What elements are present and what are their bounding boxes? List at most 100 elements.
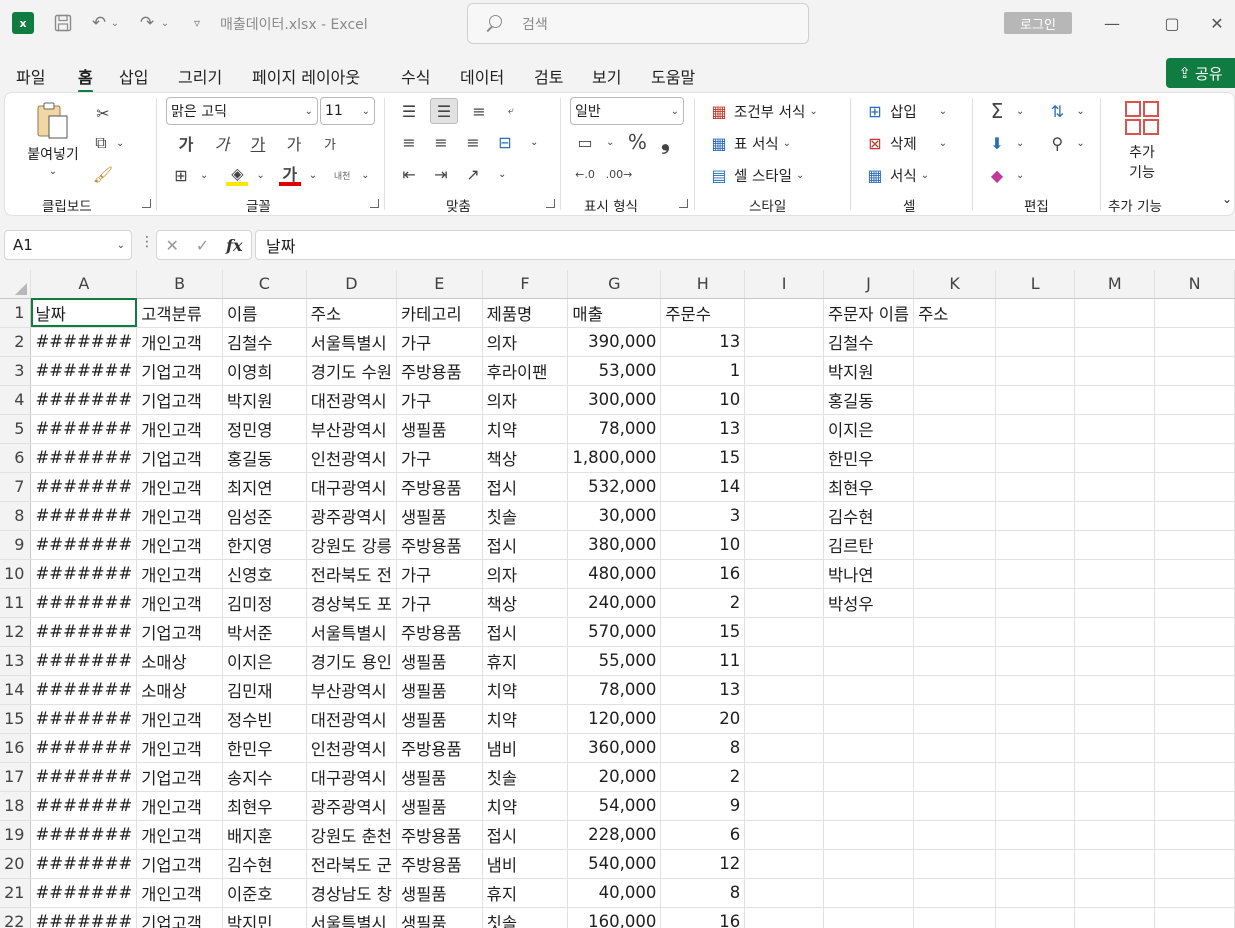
cell-a9[interactable]: ####### — [30, 530, 138, 560]
cell-j19[interactable] — [823, 820, 915, 850]
add-ins-button[interactable]: 추가 기능 — [1120, 100, 1164, 182]
row-header[interactable]: 16 — [0, 733, 32, 763]
cell-f10[interactable]: 의자 — [482, 559, 569, 589]
cell-f7[interactable]: 접시 — [482, 472, 569, 502]
paste-button[interactable]: 붙여넣기 ⌄ — [22, 100, 84, 190]
tab-draw[interactable]: 그리기 — [178, 64, 222, 87]
cell-b20[interactable]: 기업고객 — [136, 849, 223, 879]
cell-a19[interactable]: ####### — [30, 820, 138, 850]
insert-cells-button[interactable]: ⊞ 삽입 ⌄ — [864, 100, 947, 122]
cell-b4[interactable]: 기업고객 — [136, 385, 223, 415]
font-color-button[interactable]: 가 — [278, 164, 301, 186]
cell-i13[interactable] — [744, 646, 824, 676]
column-header-b[interactable]: B — [136, 270, 223, 299]
cell-l8[interactable] — [995, 501, 1076, 531]
cell-h6[interactable]: 15 — [660, 443, 746, 473]
cell-i7[interactable] — [744, 472, 824, 502]
cell-b19[interactable]: 개인고객 — [136, 820, 223, 850]
cell-g19[interactable]: 228,000 — [567, 820, 662, 850]
cell-a10[interactable]: ####### — [30, 559, 138, 589]
tab-data[interactable]: 데이터 — [460, 64, 504, 87]
cell-d2[interactable]: 서울특별시 — [306, 327, 397, 357]
cell-k4[interactable] — [913, 385, 997, 415]
cell-m15[interactable] — [1074, 704, 1156, 734]
align-right-icon[interactable]: ≡ — [462, 131, 484, 153]
cell-m12[interactable] — [1074, 617, 1156, 647]
cell-c3[interactable]: 이영희 — [222, 356, 307, 386]
cell-l12[interactable] — [995, 617, 1076, 647]
increase-decimal-icon[interactable]: ←.0 — [574, 163, 596, 185]
cell-e19[interactable]: 주방용품 — [396, 820, 483, 850]
cell-c17[interactable]: 송지수 — [222, 762, 307, 792]
cell-k6[interactable] — [913, 443, 997, 473]
cell-styles-button[interactable]: ▤ 셀 스타일 ⌄ — [708, 164, 804, 186]
cell-m17[interactable] — [1074, 762, 1156, 792]
cell-m2[interactable] — [1074, 327, 1156, 357]
cell-b7[interactable]: 개인고객 — [136, 472, 223, 502]
cell-d11[interactable]: 경상북도 포 — [306, 588, 397, 618]
cell-h10[interactable]: 16 — [660, 559, 746, 589]
cell-f1[interactable]: 제품명 — [482, 298, 569, 328]
row-header[interactable]: 19 — [0, 820, 32, 850]
login-button[interactable]: 로그인 — [1004, 12, 1072, 34]
cell-j16[interactable] — [823, 733, 915, 763]
cell-n21[interactable] — [1154, 878, 1235, 908]
cell-k8[interactable] — [913, 501, 997, 531]
cell-m14[interactable] — [1074, 675, 1156, 705]
decrease-decimal-icon[interactable]: .00→ — [606, 163, 633, 185]
cell-f6[interactable]: 책상 — [482, 443, 569, 473]
cell-m22[interactable] — [1074, 907, 1156, 928]
cell-h5[interactable]: 13 — [660, 414, 746, 444]
cell-k19[interactable] — [913, 820, 997, 850]
cell-n2[interactable] — [1154, 327, 1235, 357]
cell-j17[interactable] — [823, 762, 915, 792]
cell-h17[interactable]: 2 — [660, 762, 746, 792]
cell-d12[interactable]: 서울특별시 — [306, 617, 397, 647]
cell-i3[interactable] — [744, 356, 824, 386]
cell-i11[interactable] — [744, 588, 824, 618]
column-header-c[interactable]: C — [222, 270, 307, 299]
cell-h18[interactable]: 9 — [660, 791, 746, 821]
cell-d22[interactable]: 서울특별시 — [306, 907, 397, 928]
column-header-i[interactable]: I — [744, 270, 824, 299]
cell-m1[interactable] — [1074, 298, 1156, 328]
cell-l4[interactable] — [995, 385, 1076, 415]
cell-c12[interactable]: 박서준 — [222, 617, 307, 647]
cell-h3[interactable]: 1 — [660, 356, 746, 386]
cell-a8[interactable]: ####### — [30, 501, 138, 531]
cell-c2[interactable]: 김철수 — [222, 327, 307, 357]
save-icon[interactable] — [50, 10, 76, 36]
cell-f21[interactable]: 휴지 — [482, 878, 569, 908]
column-header-k[interactable]: K — [913, 270, 997, 299]
align-middle-icon[interactable]: ☰ — [430, 98, 458, 124]
cell-e7[interactable]: 주방용품 — [396, 472, 483, 502]
cell-c5[interactable]: 정민영 — [222, 414, 307, 444]
cell-l16[interactable] — [995, 733, 1076, 763]
cell-c6[interactable]: 홍길동 — [222, 443, 307, 473]
delete-cells-button[interactable]: ⊠ 삭제 ⌄ — [864, 132, 947, 154]
column-header-h[interactable]: H — [660, 270, 746, 299]
cell-f22[interactable]: 칫솔 — [482, 907, 569, 928]
cell-i17[interactable] — [744, 762, 824, 792]
cell-m20[interactable] — [1074, 849, 1156, 879]
cell-j20[interactable] — [823, 849, 915, 879]
cell-k20[interactable] — [913, 849, 997, 879]
row-header[interactable]: 17 — [0, 762, 32, 792]
cell-d18[interactable]: 광주광역시 — [306, 791, 397, 821]
row-header[interactable]: 20 — [0, 849, 32, 879]
cell-k22[interactable] — [913, 907, 997, 928]
cell-n7[interactable] — [1154, 472, 1235, 502]
align-center-icon[interactable]: ≡ — [430, 131, 452, 153]
cell-b6[interactable]: 기업고객 — [136, 443, 223, 473]
cell-a2[interactable]: ####### — [30, 327, 138, 357]
cell-i1[interactable] — [744, 298, 824, 328]
cell-g1[interactable]: 매출 — [567, 298, 662, 328]
cell-n18[interactable] — [1154, 791, 1235, 821]
share-button[interactable]: ⇪ 공유 — [1166, 58, 1235, 88]
cell-i4[interactable] — [744, 385, 824, 415]
tab-page-layout[interactable]: 페이지 레이아웃 — [252, 64, 360, 87]
row-header[interactable]: 14 — [0, 675, 32, 705]
cell-j22[interactable] — [823, 907, 915, 928]
cell-l22[interactable] — [995, 907, 1076, 928]
tab-insert[interactable]: 삽입 — [119, 64, 148, 87]
